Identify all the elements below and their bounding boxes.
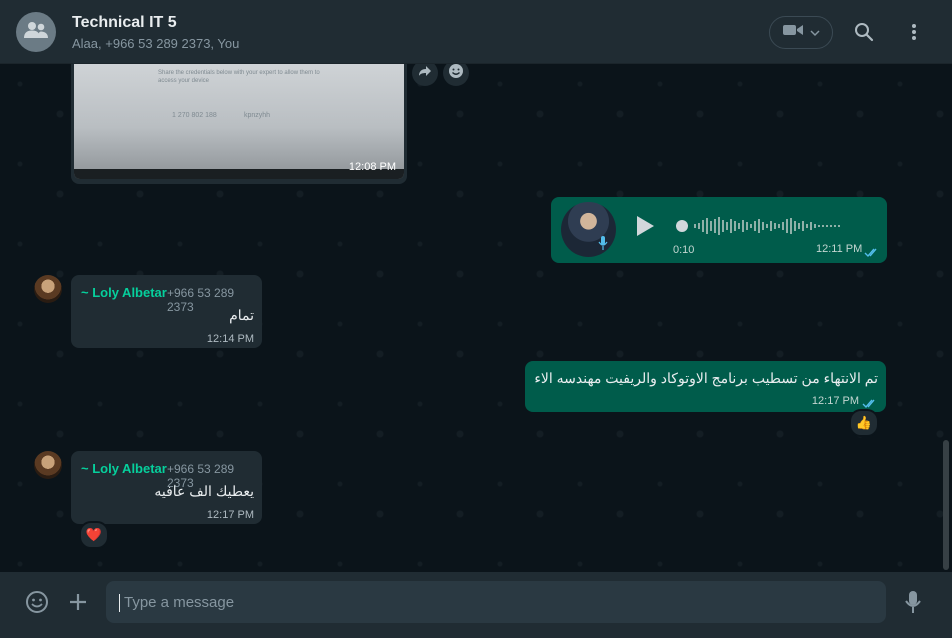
emoji-icon[interactable] xyxy=(23,588,51,616)
image-message[interactable]: Share the credentials below with your ex… xyxy=(71,64,407,184)
reaction-badge[interactable]: ❤️ xyxy=(79,521,109,549)
emoji-react-icon xyxy=(448,64,464,84)
forward-icon xyxy=(418,64,432,82)
message-list[interactable]: Share the credentials below with your ex… xyxy=(0,64,944,571)
react-button[interactable] xyxy=(443,64,469,86)
message-text: يعطيك الف عافيه xyxy=(154,483,254,499)
video-camera-icon xyxy=(782,23,804,42)
message-time: 12:11 PM xyxy=(816,243,863,255)
waveform-bars xyxy=(676,217,840,235)
sender-name[interactable]: ~ Loly Albetar xyxy=(81,285,167,300)
group-icon xyxy=(23,21,49,44)
image-caption-line: 1 270 802 188 xyxy=(172,112,217,119)
chat-title[interactable]: Technical IT 5 xyxy=(72,14,177,32)
message-text: تمام xyxy=(229,307,254,323)
voice-waveform[interactable] xyxy=(676,215,866,237)
plus-icon[interactable] xyxy=(64,588,92,616)
microphone-icon[interactable] xyxy=(899,588,927,616)
message-time: 12:17 PM xyxy=(206,509,254,521)
chevron-down-icon xyxy=(810,24,820,42)
reaction-badge[interactable]: 👍 xyxy=(849,409,879,437)
scrollbar[interactable] xyxy=(943,440,949,570)
message-time: 12:17 PM xyxy=(811,395,859,407)
voice-duration: 0:10 xyxy=(673,244,695,256)
composer xyxy=(0,572,952,638)
text-cursor xyxy=(119,594,120,612)
image-thumbnail[interactable]: Share the credentials below with your ex… xyxy=(74,64,404,179)
avatar[interactable] xyxy=(34,275,62,303)
chat-header: Technical IT 5 Alaa, +966 53 289 2373, Y… xyxy=(0,0,952,64)
sender-name[interactable]: ~ Loly Albetar xyxy=(81,461,167,476)
voice-message[interactable]: 0:10 12:11 PM xyxy=(551,197,887,263)
more-vertical-icon[interactable] xyxy=(902,20,926,44)
outgoing-message[interactable]: تم الانتهاء من تسطيب برنامج الاوتوكاد وا… xyxy=(525,361,886,412)
microphone-icon xyxy=(598,235,608,256)
incoming-message[interactable]: ~ Loly Albetar +966 53 289 2373 تمام 12:… xyxy=(71,275,262,348)
message-time: 12:08 PM xyxy=(348,161,396,173)
message-time: 12:14 PM xyxy=(206,333,254,345)
group-avatar[interactable] xyxy=(16,12,56,52)
message-input[interactable] xyxy=(106,581,886,623)
message-text: تم الانتهاء من تسطيب برنامج الاوتوكاد وا… xyxy=(534,370,878,386)
video-call-button[interactable] xyxy=(769,16,833,49)
avatar[interactable] xyxy=(34,451,62,479)
image-caption-line: Share the credentials below with your ex… xyxy=(158,70,320,76)
image-caption-line: kpnzyhh xyxy=(244,112,271,119)
play-button[interactable] xyxy=(635,215,655,242)
forward-button[interactable] xyxy=(412,64,438,86)
search-icon[interactable] xyxy=(852,20,876,44)
incoming-message[interactable]: ~ Loly Albetar +966 53 289 2373 يعطيك ال… xyxy=(71,451,262,524)
read-ticks-icon xyxy=(864,245,880,263)
image-caption-line: access your device xyxy=(158,78,210,84)
chat-participants[interactable]: Alaa, +966 53 289 2373, You xyxy=(72,36,239,51)
